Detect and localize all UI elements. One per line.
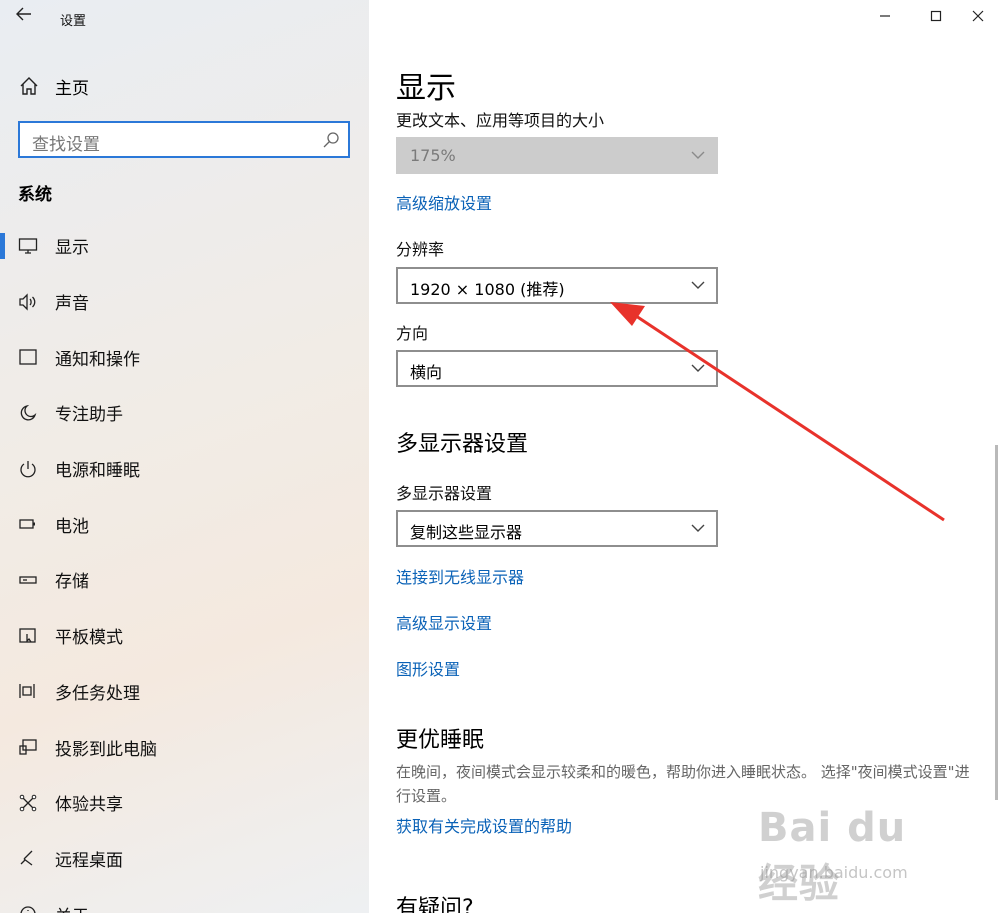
sidebar-item-label: 平板模式 — [55, 628, 123, 649]
sidebar-item-display[interactable]: 显示 — [0, 218, 369, 274]
graphics-settings-link[interactable]: 图形设置 — [396, 656, 460, 680]
multi-display-dropdown[interactable]: 复制这些显示器 — [396, 510, 718, 547]
questions-heading: 有疑问? — [396, 896, 474, 913]
project-icon — [18, 737, 38, 757]
sidebar-item-multitasking[interactable]: 多任务处理 — [0, 664, 369, 720]
sidebar-item-tablet-mode[interactable]: 平板模式 — [0, 608, 369, 664]
home-link[interactable]: 主页 — [18, 72, 89, 100]
watermark-url: jingyan.baidu.com — [760, 863, 908, 882]
close-button[interactable] — [956, 4, 1000, 28]
resolution-dropdown[interactable]: 1920 × 1080 (推荐) — [396, 267, 718, 304]
monitor-icon — [18, 236, 38, 256]
main-content: 显示 更改文本、应用等项目的大小 175% 高级缩放设置 分辨率 1920 × … — [369, 0, 1000, 913]
sidebar-item-label: 电池 — [55, 516, 89, 537]
sidebar-item-label: 存储 — [55, 572, 89, 593]
sidebar-item-label: 显示 — [55, 238, 89, 259]
notification-icon — [18, 347, 38, 367]
multitask-icon — [18, 681, 38, 701]
power-icon — [18, 459, 38, 479]
chevron-down-icon — [691, 364, 705, 372]
multi-display-label: 多显示器设置 — [396, 484, 493, 503]
sidebar-item-label: 多任务处理 — [55, 683, 140, 704]
back-button[interactable] — [12, 6, 36, 28]
battery-icon — [18, 514, 38, 534]
orientation-label: 方向 — [396, 324, 429, 343]
watermark-text: Bai du 经验 — [758, 805, 907, 907]
app-title: 设置 — [60, 14, 87, 29]
resolution-label: 分辨率 — [396, 240, 445, 259]
sleep-help-link[interactable]: 获取有关完成设置的帮助 — [396, 813, 572, 837]
page-title: 显示 — [396, 71, 456, 106]
chevron-down-icon — [691, 151, 705, 159]
orientation-value: 横向 — [410, 363, 443, 382]
advanced-scaling-link[interactable]: 高级缩放设置 — [396, 190, 492, 214]
sidebar-item-notifications[interactable]: 通知和操作 — [0, 329, 369, 385]
tablet-icon — [18, 626, 38, 646]
sidebar-item-sound[interactable]: 声音 — [0, 274, 369, 330]
sidebar-item-label: 关于 — [55, 902, 89, 913]
moon-icon — [18, 403, 38, 423]
search-input[interactable]: 查找设置 — [18, 121, 350, 158]
sidebar-item-remote-desktop[interactable]: 远程桌面 — [0, 831, 369, 887]
baidu-watermark: Bai du 经验 jingyan.baidu.com — [758, 797, 948, 907]
info-icon — [18, 904, 38, 913]
scrollbar[interactable] — [995, 445, 998, 800]
orientation-dropdown[interactable]: 横向 — [396, 350, 718, 387]
sidebar-item-label: 专注助手 — [55, 405, 123, 426]
sidebar-item-shared-experiences[interactable]: 体验共享 — [0, 775, 369, 831]
scale-label: 更改文本、应用等项目的大小 — [396, 111, 605, 130]
scale-value: 175% — [410, 146, 456, 165]
sidebar-item-about[interactable]: 关于 — [0, 886, 369, 913]
sidebar-item-power-sleep[interactable]: 电源和睡眠 — [0, 441, 369, 497]
chevron-down-icon — [691, 281, 705, 289]
sidebar-item-battery[interactable]: 电池 — [0, 496, 369, 552]
sidebar-nav: 显示 声音 通知和操作 专注助手 电源和睡眠 电池 存储 平板模式 多任务处理 … — [0, 218, 369, 913]
maximize-icon — [930, 10, 942, 22]
sidebar-item-storage[interactable]: 存储 — [0, 552, 369, 608]
sidebar-item-label: 体验共享 — [55, 795, 123, 816]
sidebar-item-focus-assist[interactable]: 专注助手 — [0, 385, 369, 441]
home-icon — [18, 75, 40, 97]
sleep-heading: 更优睡眠 — [396, 728, 485, 753]
maximize-button[interactable] — [914, 4, 958, 28]
sidebar-item-project-to-pc[interactable]: 投影到此电脑 — [0, 719, 369, 775]
remote-icon — [18, 848, 38, 868]
sleep-description: 在晚间，夜间模式会显示较柔和的暖色，帮助你进入睡眠状态。 选择"夜间模式设置"进… — [396, 763, 970, 805]
section-title: 系统 — [18, 185, 52, 205]
share-icon — [18, 793, 38, 813]
sidebar-item-label: 电源和睡眠 — [55, 461, 140, 482]
sidebar-item-label: 通知和操作 — [55, 349, 140, 370]
sidebar-item-label: 远程桌面 — [55, 850, 123, 871]
resolution-value: 1920 × 1080 (推荐) — [410, 280, 565, 299]
minimize-icon — [880, 15, 890, 17]
sidebar-item-label: 投影到此电脑 — [55, 739, 157, 760]
back-arrow-icon — [16, 7, 31, 21]
chevron-down-icon — [691, 524, 705, 532]
scale-dropdown[interactable]: 175% — [396, 137, 718, 174]
sidebar: 设置 主页 查找设置 系统 显示 声音 通知和操作 专注助手 电源和睡眠 电池 … — [0, 0, 369, 913]
search-icon — [322, 131, 340, 149]
advanced-display-settings-link[interactable]: 高级显示设置 — [396, 610, 492, 634]
sidebar-item-label: 声音 — [55, 294, 89, 315]
multi-display-value: 复制这些显示器 — [410, 523, 523, 542]
home-label: 主页 — [55, 78, 89, 99]
connect-wireless-display-link[interactable]: 连接到无线显示器 — [396, 564, 524, 588]
search-placeholder: 查找设置 — [32, 135, 100, 155]
speaker-icon — [18, 292, 38, 312]
multi-display-heading: 多显示器设置 — [396, 432, 529, 457]
storage-icon — [18, 570, 38, 590]
close-icon — [972, 10, 984, 22]
minimize-button[interactable] — [863, 4, 907, 28]
